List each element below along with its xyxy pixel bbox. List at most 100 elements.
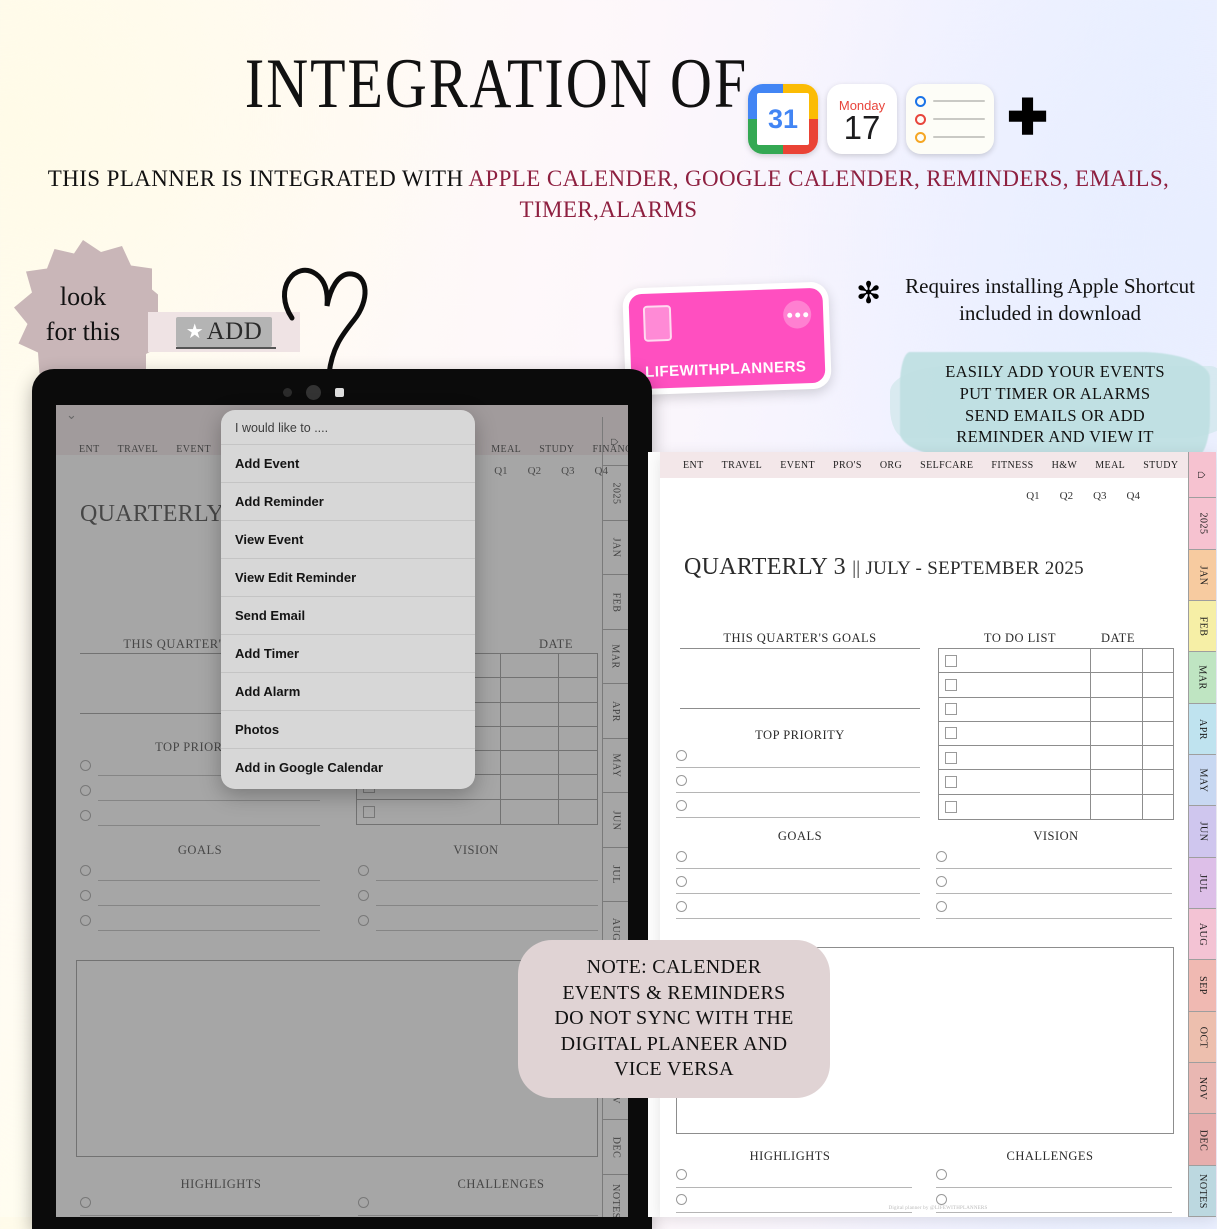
todo-extra-cell[interactable] xyxy=(1143,795,1173,819)
checkbox-icon[interactable] xyxy=(945,776,957,789)
month-tab-2025[interactable]: 2025 xyxy=(1188,498,1216,550)
month-tab-may[interactable]: MAY xyxy=(1188,754,1216,807)
todo-task-cell[interactable] xyxy=(939,794,1091,819)
checkbox-icon[interactable] xyxy=(945,703,957,716)
todo-extra-cell[interactable] xyxy=(1143,746,1173,771)
month-tab-feb[interactable]: FEB xyxy=(1188,600,1216,653)
todo-date-cell[interactable] xyxy=(501,678,559,703)
month-tab-oct[interactable]: OCT xyxy=(1188,1011,1216,1063)
todo-extra-cell[interactable] xyxy=(1143,698,1173,722)
todo-extra-cell[interactable] xyxy=(559,678,597,703)
todo-task-cell[interactable] xyxy=(357,799,501,824)
context-menu-item-send-email[interactable]: Send Email xyxy=(221,596,475,634)
month-tab-dec[interactable]: DEC xyxy=(602,1120,628,1175)
checkbox-icon[interactable] xyxy=(363,805,375,818)
month-tab-jan[interactable]: JAN xyxy=(602,520,628,576)
nav-tab-event[interactable]: EVENT xyxy=(771,460,824,471)
quarter-tab-q3[interactable]: Q3 xyxy=(1093,490,1106,502)
todo-date-cell[interactable] xyxy=(1091,721,1143,747)
nav-tab-ent[interactable]: ENT xyxy=(70,444,109,455)
todo-extra-cell[interactable] xyxy=(1143,770,1173,795)
nav-tab-meal[interactable]: MEAL xyxy=(1086,460,1134,471)
todo-extra-cell[interactable] xyxy=(1143,673,1173,698)
checkbox-icon[interactable] xyxy=(945,678,957,691)
todo-date-cell[interactable] xyxy=(1091,673,1143,698)
quarter-tab-q1[interactable]: Q1 xyxy=(494,465,507,477)
todo-task-cell[interactable] xyxy=(939,721,1091,747)
context-menu-item-add-event[interactable]: Add Event xyxy=(221,444,475,482)
context-menu-item-view-edit-reminder[interactable]: View Edit Reminder xyxy=(221,558,475,596)
month-tab-notes[interactable]: NOTES xyxy=(602,1174,628,1217)
todo-extra-cell[interactable] xyxy=(1143,649,1173,674)
todo-extra-cell[interactable] xyxy=(559,703,597,727)
todo-extra-cell[interactable] xyxy=(559,727,597,752)
todo-date-cell[interactable] xyxy=(501,799,559,824)
checkbox-icon[interactable] xyxy=(945,727,957,740)
nav-tab-selfcare[interactable]: SELFCARE xyxy=(911,460,982,471)
todo-date-cell[interactable] xyxy=(1091,794,1143,819)
month-tab-mar[interactable]: MAR xyxy=(1188,652,1216,704)
month-tab-notes[interactable]: NOTES xyxy=(1188,1165,1216,1217)
nav-tab-event[interactable]: EVENT xyxy=(167,444,220,455)
todo-task-cell[interactable] xyxy=(939,746,1091,771)
month-tab-jun[interactable]: JUN xyxy=(602,793,628,848)
context-menu-item-add-timer[interactable]: Add Timer xyxy=(221,634,475,672)
nav-tab-org[interactable]: ORG xyxy=(871,460,911,471)
month-tab-mar[interactable]: MAR xyxy=(602,629,628,685)
todo-date-cell[interactable] xyxy=(501,726,559,752)
todo-task-cell[interactable] xyxy=(939,673,1091,698)
month-tab-apr[interactable]: APR xyxy=(602,684,628,739)
todo-date-cell[interactable] xyxy=(501,775,559,800)
month-tab-nov[interactable]: NOV xyxy=(1188,1062,1216,1115)
month-tab-dec[interactable]: DEC xyxy=(1188,1114,1216,1166)
month-tab-apr[interactable]: APR xyxy=(1188,703,1216,755)
quarter-tab-q2[interactable]: Q2 xyxy=(528,465,541,477)
context-menu-item-add-alarm[interactable]: Add Alarm xyxy=(221,672,475,710)
checkbox-icon[interactable] xyxy=(945,800,957,813)
todo-date-cell[interactable] xyxy=(1091,770,1143,795)
chevron-down-icon[interactable]: ⌄ xyxy=(66,407,77,423)
month-tab-aug[interactable]: AUG xyxy=(1188,908,1216,961)
todo-extra-cell[interactable] xyxy=(559,751,597,776)
shortcut-context-menu[interactable]: I would like to .... Add Event Add Remind… xyxy=(221,410,475,789)
month-tab-jul[interactable]: JUL xyxy=(1188,857,1216,909)
month-tab-feb[interactable]: FEB xyxy=(602,575,628,630)
quarter-tab-q2[interactable]: Q2 xyxy=(1060,490,1073,502)
nav-tab-travel[interactable]: TRAVEL xyxy=(713,460,772,471)
shortcut-card[interactable]: LIFEWITHPLANNERS xyxy=(622,281,832,396)
nav-tab-travel[interactable]: TRAVEL xyxy=(109,444,168,455)
nav-tab-pro-s[interactable]: PRO'S xyxy=(824,460,871,471)
todo-extra-cell[interactable] xyxy=(559,775,597,800)
quarter-tab-q4[interactable]: Q4 xyxy=(1127,490,1140,502)
nav-tab-meal[interactable]: MEAL xyxy=(482,444,530,455)
todo-extra-cell[interactable] xyxy=(1143,722,1173,747)
checkbox-icon[interactable] xyxy=(945,751,957,764)
quarter-tab-q3[interactable]: Q3 xyxy=(561,465,574,477)
checkbox-icon[interactable] xyxy=(945,654,957,667)
month-tab-2025[interactable]: 2025 xyxy=(602,466,628,521)
month-tab-jul[interactable]: JUL xyxy=(602,847,628,903)
todo-extra-cell[interactable] xyxy=(559,800,597,824)
nav-tab-study[interactable]: STUDY xyxy=(1134,460,1187,471)
home-icon[interactable]: ⌂ xyxy=(1188,452,1216,499)
todo-date-cell[interactable] xyxy=(501,751,559,776)
context-menu-item-photos[interactable]: Photos xyxy=(221,710,475,748)
todo-date-cell[interactable] xyxy=(1091,746,1143,771)
home-icon[interactable]: ⌂ xyxy=(602,417,628,467)
context-menu-item-add-reminder[interactable]: Add Reminder xyxy=(221,482,475,520)
todo-date-cell[interactable] xyxy=(501,702,559,727)
nav-tab-fitness[interactable]: FITNESS xyxy=(982,460,1042,471)
context-menu-item-add-in-google-calendar[interactable]: Add in Google Calendar xyxy=(221,748,475,789)
month-tab-jan[interactable]: JAN xyxy=(1188,549,1216,601)
month-tab-may[interactable]: MAY xyxy=(602,738,628,794)
todo-extra-cell[interactable] xyxy=(559,654,597,679)
nav-tab-h-w[interactable]: H&W xyxy=(1043,460,1087,471)
todo-date-cell[interactable] xyxy=(501,654,559,679)
todo-date-cell[interactable] xyxy=(1091,649,1143,674)
month-tab-sep[interactable]: SEP xyxy=(1188,960,1216,1012)
nav-tab-ent[interactable]: ENT xyxy=(674,460,713,471)
todo-task-cell[interactable] xyxy=(939,770,1091,795)
todo-task-cell[interactable] xyxy=(939,697,1091,722)
right-month-rail[interactable]: ⌂ 2025 JAN FEB MAR APR MAY JUN JUL AUG SEP OCT NOV DE… xyxy=(1188,452,1216,1217)
todo-date-cell[interactable] xyxy=(1091,697,1143,722)
